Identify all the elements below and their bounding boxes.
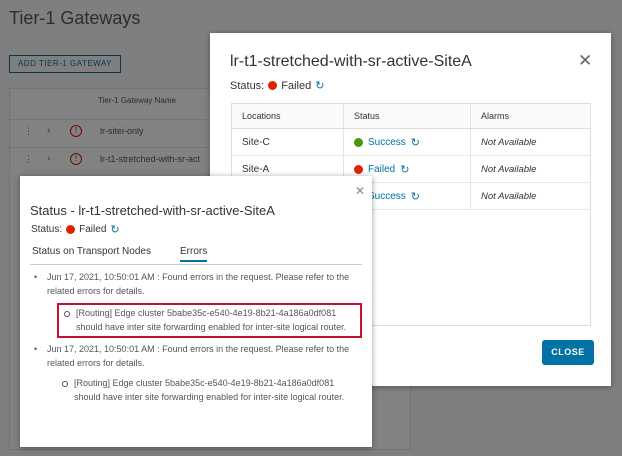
close-icon[interactable]: ✕ xyxy=(355,184,365,198)
popover-tabs: Status on Transport Nodes Errors xyxy=(30,244,362,265)
error-text: Jun 17, 2021, 10:50:01 AM : Found errors… xyxy=(47,272,350,296)
status-link[interactable]: Failed xyxy=(368,164,395,175)
alarms-cell: Not Available xyxy=(481,190,537,202)
error-item: • Jun 17, 2021, 10:50:01 AM : Found erro… xyxy=(34,343,364,406)
status-value: Failed xyxy=(79,224,107,235)
error-text: Jun 17, 2021, 10:50:01 AM : Found errors… xyxy=(47,344,350,368)
table-header: Locations Status Alarms xyxy=(232,104,590,129)
errors-list: • Jun 17, 2021, 10:50:01 AM : Found erro… xyxy=(34,271,364,406)
location-cell: Site-C xyxy=(232,129,344,155)
refresh-icon[interactable]: ↻ xyxy=(400,163,409,176)
error-detail: [Routing] Edge cluster 5babe35c-e540-4e1… xyxy=(57,375,358,406)
error-detail-highlighted: [Routing] Edge cluster 5babe35c-e540-4e1… xyxy=(57,303,362,338)
bullet xyxy=(64,311,70,317)
table-row: Site-C Success ↻ Not Available xyxy=(232,129,590,156)
header-locations: Locations xyxy=(232,104,344,128)
header-status: Status xyxy=(344,104,471,128)
failed-status-icon xyxy=(66,225,76,234)
status-value: Failed xyxy=(281,79,312,92)
popover-status: Status: Failed ↻ xyxy=(31,223,120,236)
status-popover: ✕ Status - lr-t1-stretched-with-sr-activ… xyxy=(20,176,372,447)
modal-status: Status: Failed ↻ xyxy=(230,79,324,93)
popover-title: Status - lr-t1-stretched-with-sr-active-… xyxy=(30,203,275,218)
alarms-cell: Not Available xyxy=(481,163,537,175)
refresh-icon[interactable]: ↻ xyxy=(110,223,119,236)
refresh-icon[interactable]: ↻ xyxy=(411,190,420,203)
close-icon[interactable]: ✕ xyxy=(578,52,592,70)
status-label: Status: xyxy=(230,79,265,92)
error-detail-text: [Routing] Edge cluster 5babe35c-e540-4e1… xyxy=(74,378,345,402)
tab-status-on-transport-nodes[interactable]: Status on Transport Nodes xyxy=(32,246,151,257)
bullet: • xyxy=(34,272,38,282)
failed-status-icon xyxy=(354,164,363,174)
alarms-cell: Not Available xyxy=(481,136,537,148)
tab-errors[interactable]: Errors xyxy=(180,246,208,262)
refresh-icon[interactable]: ↻ xyxy=(315,79,324,92)
error-item: • Jun 17, 2021, 10:50:01 AM : Found erro… xyxy=(34,271,364,338)
failed-status-icon xyxy=(268,81,278,90)
error-detail-text: [Routing] Edge cluster 5babe35c-e540-4e1… xyxy=(76,308,347,332)
modal-title: lr-t1-stretched-with-sr-active-SiteA xyxy=(230,53,472,70)
close-button[interactable]: CLOSE xyxy=(542,340,594,365)
bullet: • xyxy=(34,344,38,354)
header-alarms: Alarms xyxy=(481,111,510,121)
success-status-icon xyxy=(354,137,363,147)
bullet xyxy=(62,381,68,387)
status-cell: Success ↻ xyxy=(344,129,471,155)
status-link[interactable]: Success xyxy=(368,191,406,202)
refresh-icon[interactable]: ↻ xyxy=(411,136,420,149)
status-label: Status: xyxy=(31,224,63,235)
status-link[interactable]: Success xyxy=(368,137,406,148)
